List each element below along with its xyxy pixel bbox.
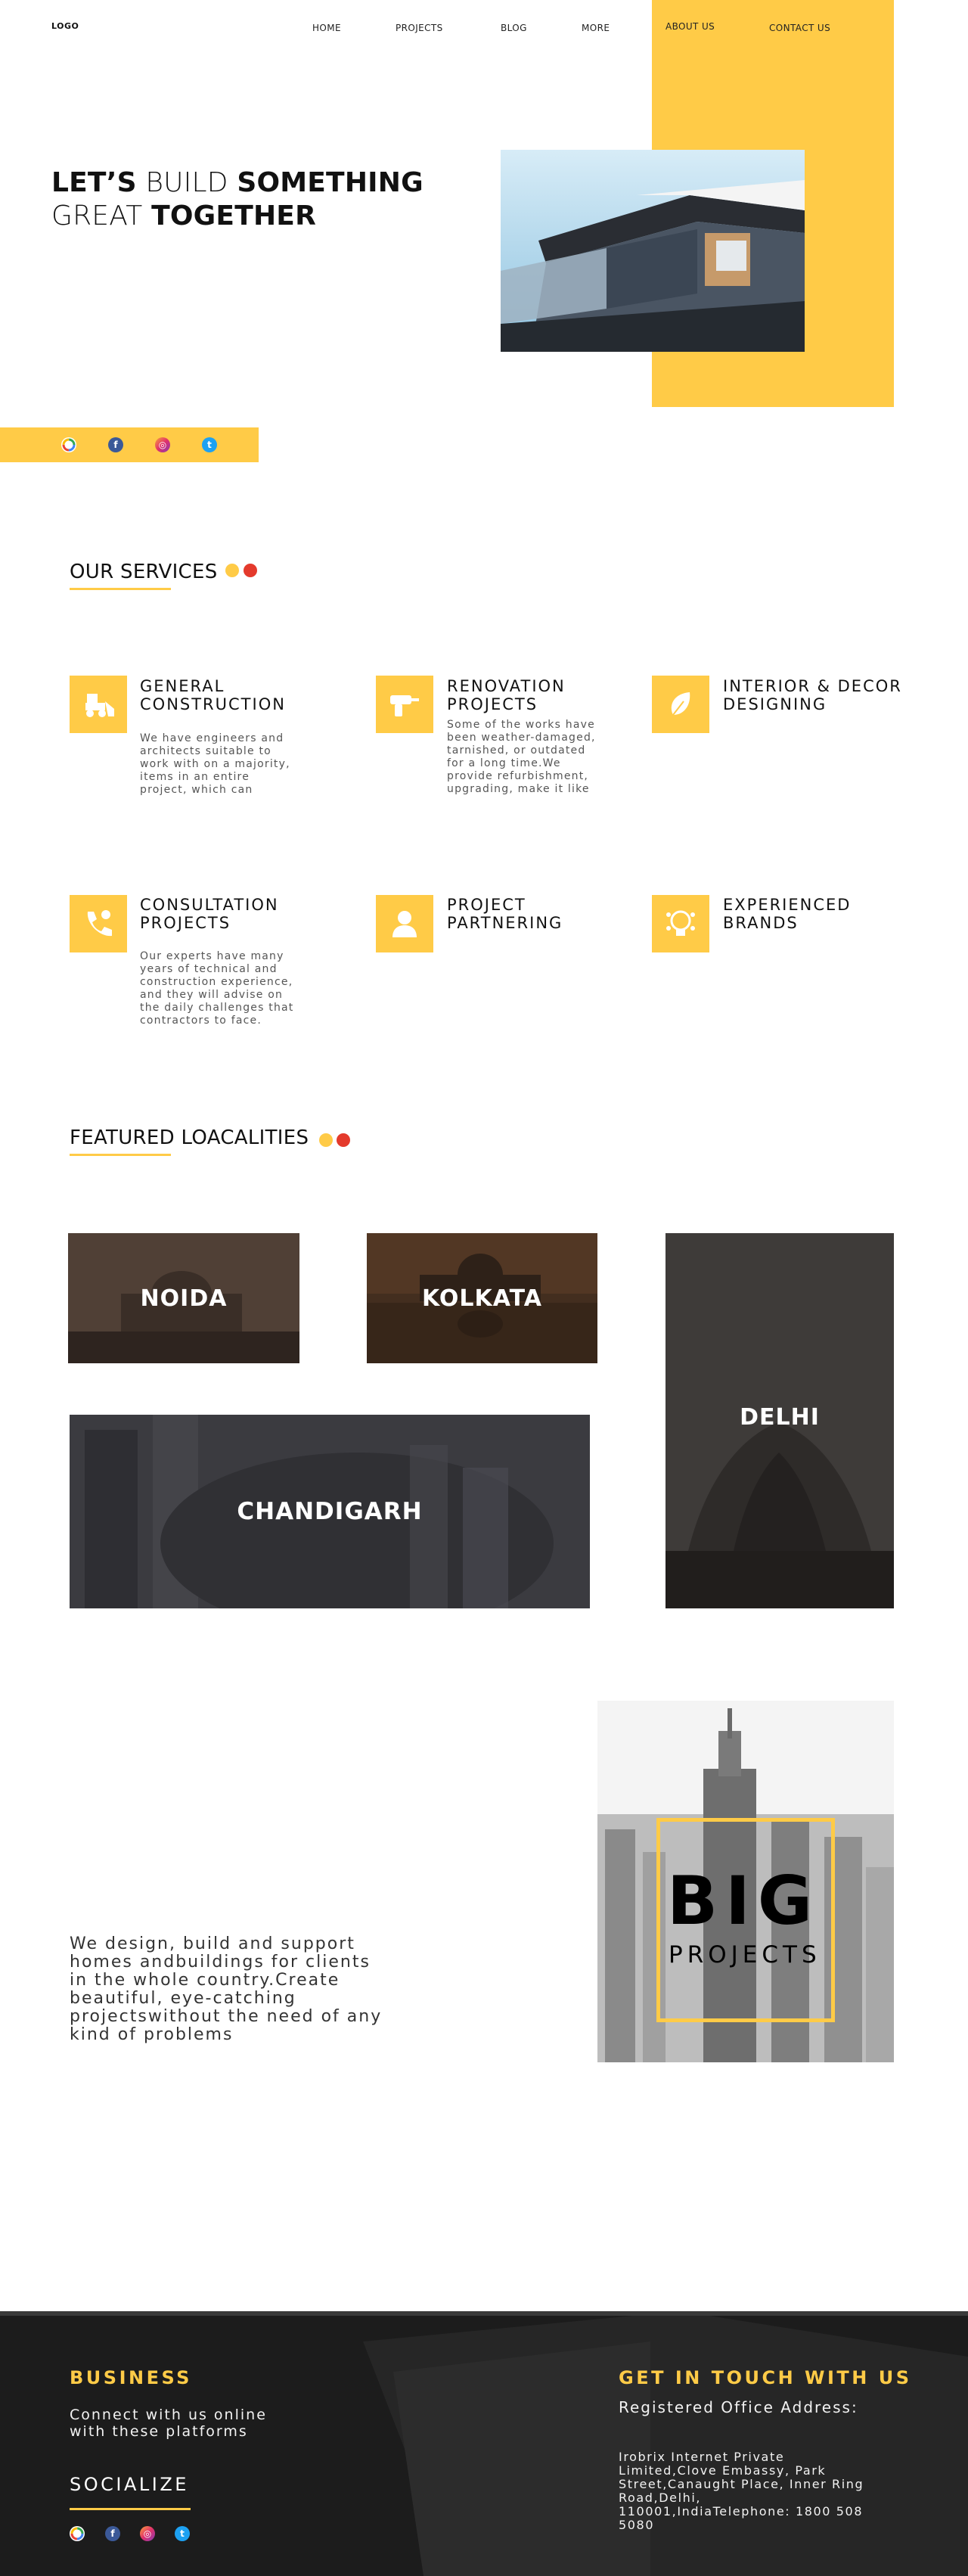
hero-word: TOGETHER bbox=[151, 200, 317, 231]
footer: BUSINESS Connect with us online with the… bbox=[0, 2311, 968, 2576]
service-title: CONSULTATION PROJECTS bbox=[140, 896, 279, 932]
facebook-icon[interactable]: f bbox=[105, 2526, 120, 2541]
hero-heading: LET’S BUILD SOMETHING GREAT TOGETHER bbox=[51, 166, 424, 233]
footer-business-title: BUSINESS bbox=[70, 2367, 192, 2388]
locality-card-kolkata[interactable]: KOLKATA bbox=[367, 1233, 597, 1363]
accent-dot bbox=[337, 1133, 350, 1147]
nav-about-us[interactable]: ABOUT US bbox=[666, 21, 715, 32]
service-description: Our experts have many years of technical… bbox=[140, 950, 294, 1027]
services-heading: OUR SERVICES bbox=[70, 561, 218, 583]
nav-home[interactable]: HOME bbox=[312, 23, 341, 33]
accent-dot bbox=[244, 564, 257, 577]
locality-card-delhi[interactable]: DELHI bbox=[666, 1233, 894, 1608]
instagram-icon[interactable]: ◎ bbox=[155, 437, 170, 452]
service-title: INTERIOR & DECOR DESIGNING bbox=[723, 677, 902, 713]
service-title: RENOVATION PROJECTS bbox=[447, 677, 566, 713]
instagram-icon[interactable]: ◎ bbox=[140, 2526, 155, 2541]
localities-heading: FEATURED LOACALITIES bbox=[70, 1126, 309, 1149]
hero-word: LET’S bbox=[51, 167, 137, 198]
service-title: EXPERIENCED BRANDS bbox=[723, 896, 852, 932]
google-icon[interactable] bbox=[70, 2526, 85, 2541]
hero-word: SOMETHING bbox=[237, 167, 424, 198]
social-strip: f ◎ t bbox=[0, 427, 259, 462]
nav-blog[interactable]: BLOG bbox=[501, 23, 527, 33]
footer-address: Irobrix Internet Private Limited,Clove E… bbox=[619, 2450, 864, 2532]
locality-card-noida[interactable]: NOIDA bbox=[68, 1233, 299, 1363]
phone-icon bbox=[70, 895, 127, 952]
twitter-icon[interactable]: t bbox=[175, 2526, 190, 2541]
service-description: Some of the works have been weather-dama… bbox=[447, 719, 596, 795]
footer-socialize-title: SOCIALIZE bbox=[70, 2474, 189, 2495]
drill-icon bbox=[376, 676, 433, 733]
locality-label: NOIDA bbox=[140, 1285, 228, 1312]
logo[interactable]: LOGO bbox=[51, 21, 79, 31]
service-title: GENERAL CONSTRUCTION bbox=[140, 677, 286, 713]
footer-contact-title: GET IN TOUCH WITH US bbox=[619, 2367, 912, 2388]
brain-icon bbox=[652, 895, 709, 952]
big-projects-image: BIG PROJECTS bbox=[597, 1701, 894, 2062]
google-icon[interactable] bbox=[61, 437, 76, 452]
nav-contact-us[interactable]: CONTACT US bbox=[769, 23, 830, 33]
hero-building-image bbox=[501, 150, 805, 352]
hero-word: GREAT bbox=[51, 200, 152, 231]
hero-word: BUILD bbox=[136, 167, 237, 198]
footer-socialize-underline bbox=[70, 2508, 191, 2510]
leaf-icon bbox=[652, 676, 709, 733]
accent-dot bbox=[319, 1133, 333, 1147]
footer-office-label: Registered Office Address: bbox=[619, 2398, 858, 2416]
nav-more[interactable]: MORE bbox=[582, 23, 610, 33]
locality-card-chandigarh[interactable]: CHANDIGARH bbox=[70, 1415, 590, 1608]
service-description: We have engineers and architects suitabl… bbox=[140, 732, 290, 796]
service-title: PROJECT PARTNERING bbox=[447, 896, 563, 932]
locality-label: DELHI bbox=[740, 1403, 820, 1431]
locality-label: CHANDIGARH bbox=[237, 1498, 423, 1525]
about-description: We design, build and support homes andbu… bbox=[70, 1934, 383, 2044]
facebook-icon[interactable]: f bbox=[108, 437, 123, 452]
footer-business-text: Connect with us online with these platfo… bbox=[70, 2407, 267, 2440]
accent-dot bbox=[225, 564, 239, 577]
twitter-icon[interactable]: t bbox=[202, 437, 217, 452]
nav-projects[interactable]: PROJECTS bbox=[396, 23, 443, 33]
person-icon bbox=[376, 895, 433, 952]
services-underline bbox=[70, 588, 171, 590]
localities-underline bbox=[70, 1154, 171, 1156]
big-projects-title: BIG bbox=[667, 1862, 821, 1940]
big-projects-subtitle: PROJECTS bbox=[669, 1941, 821, 1969]
bulldozer-icon bbox=[70, 676, 127, 733]
locality-label: KOLKATA bbox=[421, 1285, 542, 1312]
